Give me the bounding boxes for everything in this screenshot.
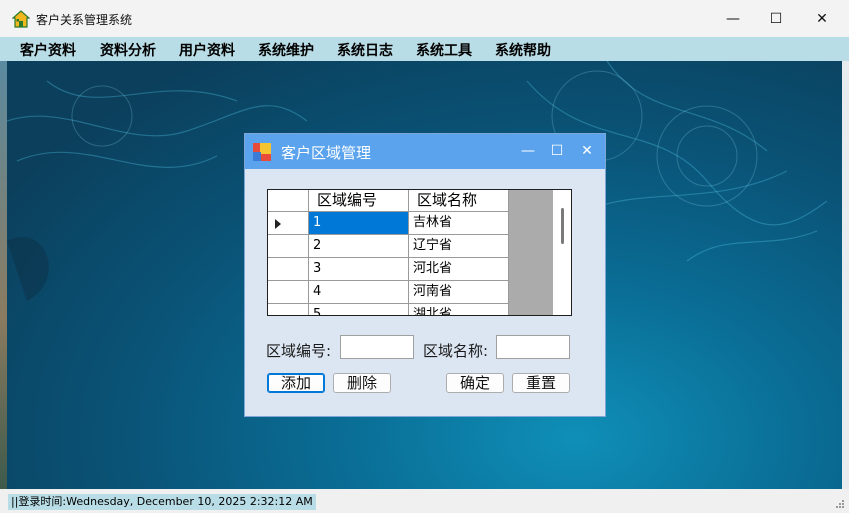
app-form-icon: [253, 143, 271, 161]
table-cell[interactable]: 辽宁省: [409, 235, 509, 258]
row-header[interactable]: [268, 212, 309, 235]
region-data-grid[interactable]: 区域编号 区域名称 1 吉林省 2 辽宁省 3 河北省 4 河南省 5 湖北省: [267, 189, 572, 316]
close-button[interactable]: ✕: [799, 0, 845, 37]
region-name-input[interactable]: [496, 335, 570, 359]
current-row-arrow-icon: [275, 219, 281, 229]
resize-grip-icon[interactable]: [835, 499, 845, 509]
table-cell[interactable]: 吉林省: [409, 212, 509, 235]
reset-button[interactable]: 重置: [512, 373, 570, 393]
scrollbar-thumb[interactable]: [561, 208, 564, 244]
menu-user-info[interactable]: 用户资料: [179, 40, 235, 60]
close-icon: ✕: [816, 10, 828, 27]
column-header-region-name[interactable]: 区域名称: [409, 190, 509, 212]
maximize-button[interactable]: ☐: [753, 0, 799, 37]
minimize-button[interactable]: —: [710, 0, 756, 37]
login-time-status: ||登录时间:Wednesday, December 10, 2025 2:32…: [8, 494, 316, 510]
window-title: 客户关系管理系统: [36, 13, 133, 27]
dialog-maximize-button[interactable]: ☐: [544, 140, 570, 162]
maximize-icon: ☐: [769, 10, 783, 27]
menu-system-log[interactable]: 系统日志: [337, 40, 393, 60]
menu-system-maintenance[interactable]: 系统维护: [258, 40, 314, 60]
home-icon: [12, 10, 30, 28]
menu-customer-info[interactable]: 客户资料: [20, 40, 76, 60]
column-header-region-code[interactable]: 区域编号: [309, 190, 409, 212]
confirm-button[interactable]: 确定: [446, 373, 504, 393]
grid-vertical-scrollbar[interactable]: [553, 190, 571, 315]
row-header[interactable]: [268, 258, 309, 281]
table-cell[interactable]: 3: [309, 258, 409, 281]
add-button[interactable]: 添加: [267, 373, 325, 393]
dialog-title-bar[interactable]: 客户区域管理 — ☐ ✕: [245, 134, 605, 169]
menu-system-help[interactable]: 系统帮助: [495, 40, 551, 60]
table-cell[interactable]: 5: [309, 304, 409, 315]
main-window: 客户关系管理系统 — ☐ ✕ 客户资料 资料分析 用户资料 系统维护 系统日志 …: [0, 0, 849, 513]
menu-system-tools[interactable]: 系统工具: [416, 40, 472, 60]
table-cell[interactable]: 2: [309, 235, 409, 258]
right-edge: [842, 61, 849, 489]
region-code-input[interactable]: [340, 335, 414, 359]
status-bar: ||登录时间:Wednesday, December 10, 2025 2:32…: [0, 489, 849, 513]
menu-data-analysis[interactable]: 资料分析: [100, 40, 156, 60]
grid-empty-area: [509, 190, 553, 315]
dialog-close-button[interactable]: ✕: [574, 140, 600, 162]
menu-bar: 客户资料 资料分析 用户资料 系统维护 系统日志 系统工具 系统帮助: [0, 37, 849, 61]
dialog-title: 客户区域管理: [281, 144, 372, 162]
region-name-label: 区域名称:: [423, 342, 489, 360]
row-header[interactable]: [268, 235, 309, 258]
row-header[interactable]: [268, 281, 309, 304]
left-edge: [0, 61, 7, 489]
minimize-icon: —: [521, 143, 535, 159]
minimize-icon: —: [726, 10, 740, 27]
delete-button[interactable]: 删除: [333, 373, 391, 393]
table-cell[interactable]: 河南省: [409, 281, 509, 304]
dialog-minimize-button[interactable]: —: [515, 140, 541, 162]
table-cell[interactable]: 1: [309, 212, 409, 235]
table-cell[interactable]: 4: [309, 281, 409, 304]
row-header[interactable]: [268, 304, 309, 315]
maximize-icon: ☐: [550, 143, 564, 159]
table-cell[interactable]: 湖北省: [409, 304, 509, 315]
table-cell[interactable]: 河北省: [409, 258, 509, 281]
grid-corner-header: [268, 190, 309, 212]
region-code-label: 区域编号:: [266, 342, 332, 360]
close-icon: ✕: [581, 143, 593, 159]
region-dialog: 客户区域管理 — ☐ ✕ 区域编号 区域名称 1 吉林省 2 辽宁省 3 河北省…: [244, 133, 606, 417]
title-bar[interactable]: 客户关系管理系统 — ☐ ✕: [0, 0, 849, 37]
